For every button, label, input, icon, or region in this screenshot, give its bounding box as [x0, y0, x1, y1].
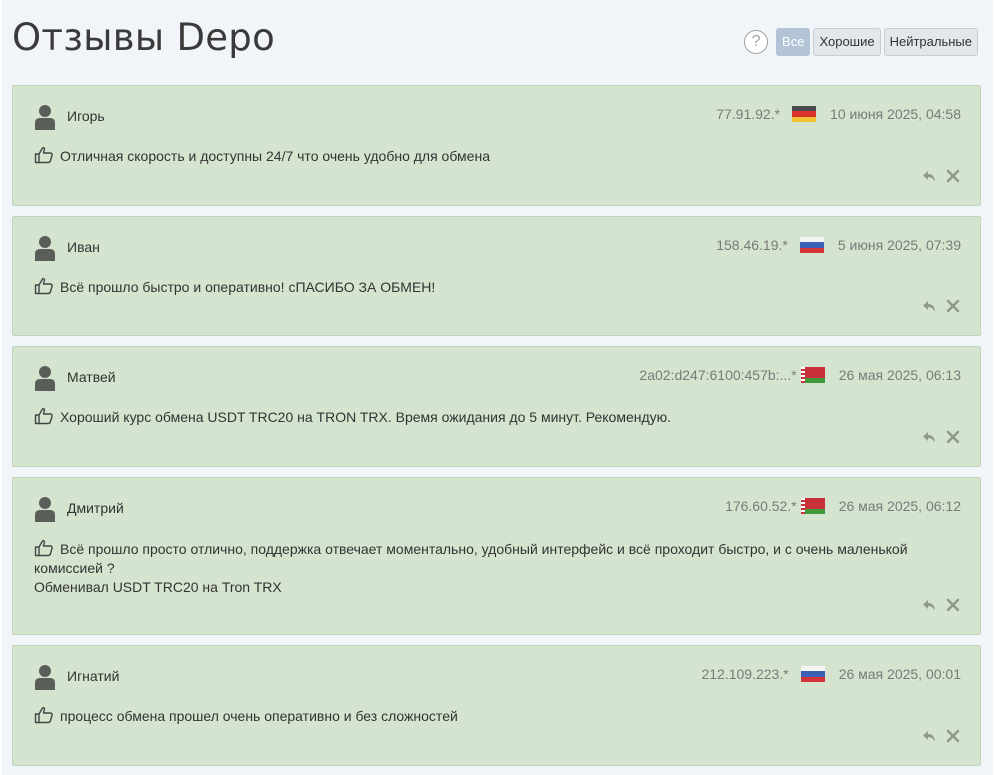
review-ip: 176.60.52.*: [725, 498, 797, 514]
reply-icon[interactable]: [922, 729, 936, 743]
review-text-content: Всё прошло быстро и оперативно! сПАСИБО …: [60, 279, 436, 295]
review-date: 10 июня 2025, 04:58: [830, 106, 961, 122]
review-actions: [912, 729, 960, 743]
page-header: Отзывы Depo ? Все Хорошие Нейтральные: [2, 0, 993, 85]
filter-bar: ? Все Хорошие Нейтральные: [744, 28, 978, 56]
review-date: 26 мая 2025, 06:13: [838, 367, 961, 383]
close-icon[interactable]: [946, 729, 960, 743]
review-ip: 2a02:d247:6100:457b:...*: [639, 367, 797, 383]
review-item: Матвей 2a02:d247:6100:457b:...* 26 мая 2…: [12, 346, 981, 467]
review-actions: [912, 598, 960, 612]
review-ip: 77.91.92.*: [716, 106, 781, 122]
review-meta: 212.109.223.* 26 мая 2025, 00:01: [701, 666, 961, 682]
germany-flag-icon: [792, 106, 817, 122]
review-date: 26 мая 2025, 00:01: [838, 666, 961, 682]
russia-flag-icon: [800, 666, 825, 682]
reviews-page: Отзывы Depo ? Все Хорошие Нейтральные Иг…: [2, 0, 993, 775]
review-text: Всё прошло просто отлично, поддержка отв…: [34, 539, 960, 597]
filter-neutral-button[interactable]: Нейтральные: [883, 28, 978, 56]
review-author: Игнатий: [67, 668, 120, 684]
belarus-flag-icon: [800, 498, 825, 514]
reply-icon[interactable]: [922, 169, 936, 183]
user-avatar-icon: [35, 665, 55, 690]
page-title: Отзывы Depo: [12, 16, 276, 59]
russia-flag-icon: [799, 237, 824, 253]
review-text: процесс обмена прошел очень оперативно и…: [34, 706, 960, 726]
review-actions: [912, 299, 960, 313]
review-meta: 176.60.52.* 26 мая 2025, 06:12: [725, 498, 961, 514]
review-author: Дмитрий: [67, 500, 124, 516]
review-author: Матвей: [67, 369, 116, 385]
review-text: Всё прошло быстро и оперативно! сПАСИБО …: [34, 277, 960, 297]
filter-all-button[interactable]: Все: [776, 28, 811, 56]
review-meta: 2a02:d247:6100:457b:...* 26 мая 2025, 06…: [639, 367, 961, 383]
review-meta: 158.46.19.* 5 июня 2025, 07:39: [716, 237, 961, 253]
belarus-flag-icon: [800, 367, 825, 383]
user-avatar-icon: [35, 366, 55, 391]
review-actions: [912, 169, 960, 183]
review-actions: [912, 430, 960, 444]
user-avatar-icon: [35, 105, 55, 130]
reply-icon[interactable]: [922, 299, 936, 313]
review-author: Иван: [67, 239, 100, 255]
review-text-content: процесс обмена прошел очень оперативно и…: [60, 708, 458, 724]
review-item: Игнатий 212.109.223.* 26 мая 2025, 00:01…: [12, 645, 981, 766]
review-text-content: Отличная скорость и доступны 24/7 что оч…: [60, 148, 490, 164]
review-item: Дмитрий 176.60.52.* 26 мая 2025, 06:12 В…: [12, 477, 981, 635]
reply-icon[interactable]: [922, 598, 936, 612]
user-avatar-icon: [35, 236, 55, 261]
review-item: Иван 158.46.19.* 5 июня 2025, 07:39 Всё …: [12, 216, 981, 336]
review-ip: 212.109.223.*: [701, 666, 789, 682]
review-ip: 158.46.19.*: [716, 237, 788, 253]
review-text: Хороший курс обмена USDT TRC20 на TRON T…: [34, 407, 960, 427]
close-icon[interactable]: [946, 299, 960, 313]
close-icon[interactable]: [946, 598, 960, 612]
review-author: Игорь: [67, 108, 105, 124]
close-icon[interactable]: [946, 169, 960, 183]
thumbs-up-icon: [34, 277, 53, 295]
thumbs-up-icon: [34, 706, 53, 724]
review-text-content: Всё прошло просто отлично, поддержка отв…: [34, 541, 908, 576]
thumbs-up-icon: [34, 407, 53, 425]
close-icon[interactable]: [946, 430, 960, 444]
filter-good-button[interactable]: Хорошие: [813, 28, 881, 56]
review-text: Отличная скорость и доступны 24/7 что оч…: [34, 146, 960, 166]
reply-icon[interactable]: [922, 430, 936, 444]
review-date: 5 июня 2025, 07:39: [837, 237, 961, 253]
review-meta: 77.91.92.* 10 июня 2025, 04:58: [716, 106, 961, 122]
user-avatar-icon: [35, 497, 55, 522]
help-icon[interactable]: ?: [744, 30, 769, 54]
review-text-content: Хороший курс обмена USDT TRC20 на TRON T…: [60, 409, 672, 425]
review-text-line2: Обменивал USDT TRC20 на Tron TRX: [34, 579, 282, 595]
thumbs-up-icon: [34, 539, 53, 557]
review-date: 26 мая 2025, 06:12: [838, 498, 961, 514]
thumbs-up-icon: [34, 146, 53, 164]
review-item: Игорь 77.91.92.* 10 июня 2025, 04:58 Отл…: [12, 85, 981, 206]
